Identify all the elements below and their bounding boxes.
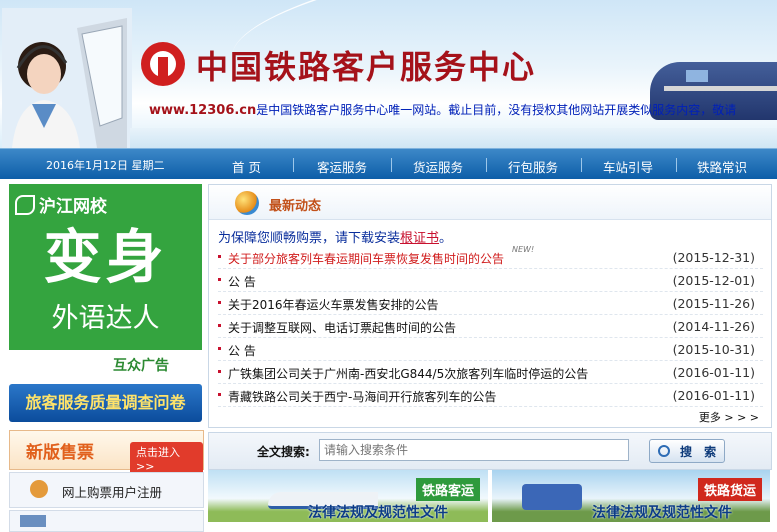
passenger-caption: 法律法规及规范性文件 — [308, 505, 448, 521]
certificate-notice: 为保障您顺畅购票，请下载安装根证书。 — [218, 231, 453, 246]
enter-button[interactable]: 点击进入>> — [130, 442, 203, 475]
advertisement-banner[interactable]: 沪江网校 变身 外语达人 互众广告 — [9, 184, 202, 378]
news-title: 最新动态 — [269, 199, 322, 214]
passenger-tag: 铁路客运 — [415, 478, 480, 501]
user-icon — [30, 480, 48, 498]
nav-freight-service[interactable]: 货运服务 — [413, 157, 463, 176]
railway-logo-icon — [141, 42, 185, 86]
next-menu-item[interactable] — [9, 510, 204, 532]
marquee-url[interactable]: www.12306.cn — [149, 103, 256, 118]
news-panel: 最新动态 为保障您顺畅购票，请下载安装根证书。 关于部分旅客列车春运期间车票恢复… — [208, 184, 772, 428]
freight-law-banner[interactable]: 铁路货运 法律法规及规范性文件 — [492, 470, 770, 522]
main-nav: 2016年1月12日 星期二 首 页 客运服务 货运服务 行包服务 车站引导 铁… — [0, 148, 777, 179]
ad-headline: 变身 — [43, 223, 168, 291]
ad-brand: 沪江网校 — [15, 192, 107, 217]
news-item[interactable]: 关于部分旅客列车春运期间车票恢复发售时间的公告 NEW! (2015-12-31) — [218, 245, 763, 269]
freight-train-image — [522, 484, 582, 510]
freight-tag: 铁路货运 — [697, 478, 762, 501]
search-icon — [658, 445, 670, 457]
search-input[interactable] — [319, 439, 629, 461]
news-item[interactable]: 公 告 (2015-10-31) — [218, 339, 763, 361]
search-label: 全文搜索: — [257, 445, 310, 459]
header-banner: 中国铁路客户服务中心 www.12306.cn是中国铁路客户服务中心唯一网站。截… — [0, 0, 777, 148]
new-ticketing-banner[interactable]: 新版售票 点击进入>> — [9, 430, 204, 475]
menu-item-icon — [20, 515, 46, 527]
new-badge: NEW! — [512, 245, 535, 254]
site-title: 中国铁路客户服务中心 — [196, 48, 537, 86]
customer-service-agent-icon — [2, 8, 132, 148]
globe-icon — [235, 191, 259, 215]
passenger-law-banner[interactable]: 铁路客运 法律法规及规范性文件 — [208, 470, 488, 522]
marquee-text: 是中国铁路客户服务中心唯一网站。截止目前，没有授权其他网站开展类似服务内容，敬请 — [256, 103, 737, 117]
freight-caption: 法律法规及规范性文件 — [592, 505, 732, 521]
user-registration-label: 网上购票用户注册 — [62, 485, 163, 500]
nav-home[interactable]: 首 页 — [232, 157, 261, 176]
ad-footer: 互众广告 — [9, 350, 202, 378]
current-date: 2016年1月12日 星期二 — [46, 159, 165, 172]
news-header: 最新动态 — [209, 185, 771, 220]
survey-button[interactable]: 旅客服务质量调查问卷 — [9, 384, 202, 422]
ad-subline: 外语达人 — [51, 303, 160, 334]
nav-station-guide[interactable]: 车站引导 — [603, 157, 653, 176]
news-item[interactable]: 关于2016年春运火车票发售安排的公告 (2015-11-26) — [218, 293, 763, 315]
user-registration-link[interactable]: 网上购票用户注册 — [9, 472, 204, 508]
leaf-icon — [15, 195, 35, 215]
new-ticketing-title: 新版售票 — [26, 443, 94, 463]
news-item[interactable]: 青藏铁路公司关于西宁-马海间开行旅客列车的公告 (2016-01-11) — [218, 385, 763, 407]
news-item[interactable]: 公 告 (2015-12-01) — [218, 270, 763, 292]
more-news-link[interactable]: 更多 > > > — [699, 409, 759, 425]
announcement-marquee: www.12306.cn是中国铁路客户服务中心唯一网站。截止目前，没有授权其他网… — [149, 101, 777, 119]
news-item[interactable]: 广铁集团公司关于广州南-西安北G844/5次旅客列车临时停运的公告 (2016-0… — [218, 362, 763, 384]
ad-network-label: 互众广告 — [113, 358, 169, 374]
nav-passenger-service[interactable]: 客运服务 — [317, 157, 367, 176]
news-item[interactable]: 关于调整互联网、电话订票起售时间的公告 (2014-11-26) — [218, 316, 763, 338]
root-certificate-link[interactable]: 根证书 — [400, 231, 439, 246]
nav-parcel-service[interactable]: 行包服务 — [508, 157, 558, 176]
nav-railway-knowledge[interactable]: 铁路常识 — [697, 157, 747, 176]
search-button[interactable]: 搜 索 — [649, 439, 725, 463]
decorative-background — [130, 128, 777, 148]
search-bar: 全文搜索: 搜 索 — [208, 432, 772, 470]
